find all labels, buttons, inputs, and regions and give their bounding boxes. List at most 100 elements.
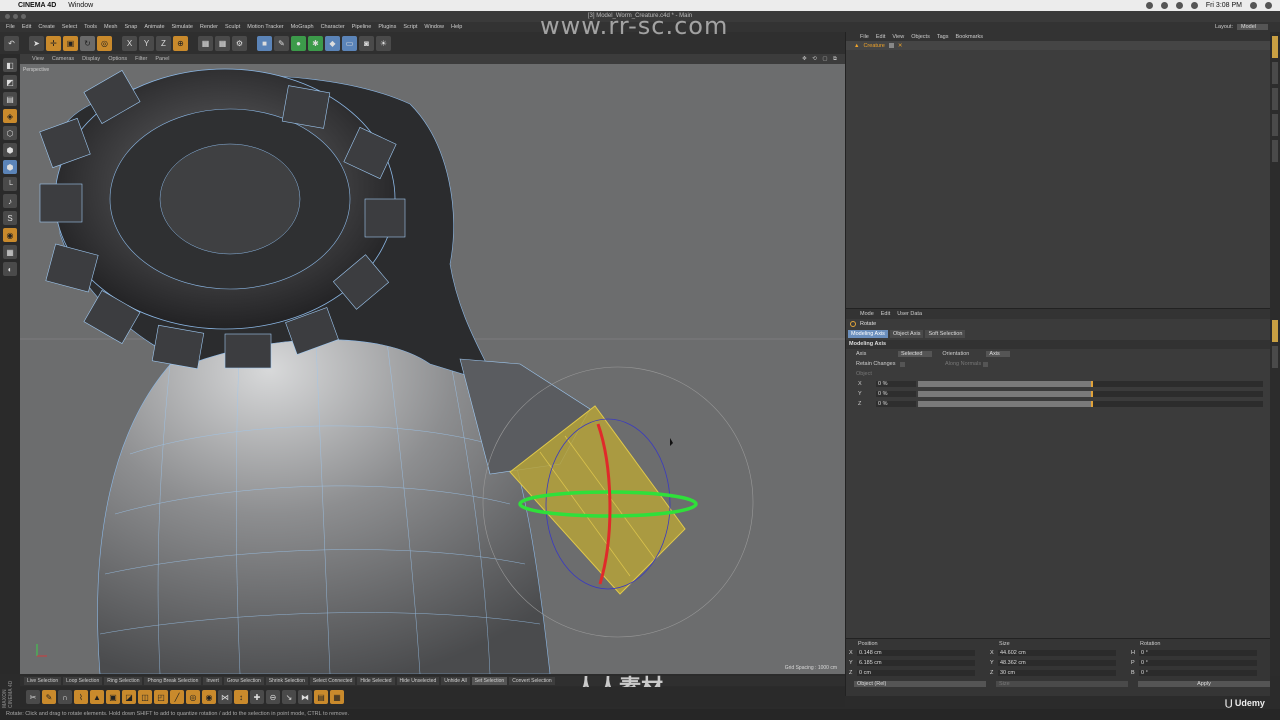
lock-workplane-icon[interactable]: ◉ (3, 228, 17, 242)
edges-mode-icon[interactable]: ⬢ (3, 143, 17, 157)
axis-mode-icon[interactable]: └ (3, 177, 17, 191)
select-connected-button[interactable]: Select Connected (309, 677, 356, 685)
cursor-icon[interactable]: ➤ (29, 35, 44, 51)
menu-mograph[interactable]: MoGraph (291, 24, 314, 30)
snap-icon[interactable]: S (3, 211, 17, 225)
viewport-perspective[interactable]: View Cameras Display Options Filter Pane… (20, 54, 845, 674)
cube-icon[interactable]: ■ (257, 35, 272, 51)
menu-plugins[interactable]: Plugins (378, 24, 396, 30)
menu-render[interactable]: Render (200, 24, 218, 30)
tab-soft-selection[interactable]: Soft Selection (925, 329, 966, 338)
hide-selected-button[interactable]: Hide Selected (357, 677, 395, 685)
menu-pipeline[interactable]: Pipeline (352, 24, 372, 30)
bridge-icon[interactable]: ⌇ (74, 690, 88, 704)
array-icon[interactable]: ✱ (308, 35, 323, 51)
visibility-icon[interactable] (888, 43, 894, 48)
wifi-icon[interactable] (1175, 2, 1183, 9)
ring-selection-button[interactable]: Ring Selection (104, 677, 143, 685)
grow-selection-button[interactable]: Grow Selection (223, 677, 264, 685)
planar-workplane-icon[interactable]: ▦ (3, 245, 17, 259)
close-button[interactable] (5, 14, 10, 19)
size-z-field[interactable]: 30 cm (998, 670, 1116, 676)
rotation-h-field[interactable]: 0 ° (1139, 650, 1257, 656)
axis-x-input[interactable]: 0 % (876, 381, 916, 387)
viewport-menu-display[interactable]: Display (82, 56, 100, 62)
render-picture-viewer-icon[interactable]: ▦ (215, 35, 230, 51)
viewport-menu-filter[interactable]: Filter (135, 56, 147, 62)
om-menu-file[interactable]: File (860, 34, 869, 40)
axis-y-slider[interactable] (918, 391, 1263, 397)
stitch-icon[interactable]: ⋈ (218, 690, 232, 704)
viewport-nav-icons[interactable]: ✥ ⟲ ▢ ⧉ (802, 56, 845, 63)
mirror-icon[interactable]: ⧓ (298, 690, 312, 704)
axis-y-lock[interactable]: Y (139, 35, 154, 51)
set-selection-button[interactable]: Set Selection (471, 677, 508, 685)
tweak-icon[interactable]: ♪ (3, 194, 17, 208)
menu-snap[interactable]: Snap (124, 24, 137, 30)
convert-selection-button[interactable]: Convert Selection (509, 677, 555, 685)
search-icon[interactable] (1250, 2, 1257, 9)
object-name[interactable]: Creature (863, 43, 884, 49)
am-menu-user-data[interactable]: User Data (897, 311, 922, 317)
menu-script[interactable]: Script (403, 24, 417, 30)
tab-object-axis[interactable]: Object Axis (889, 329, 924, 338)
status-icon[interactable] (1160, 2, 1168, 9)
tab-structure[interactable] (1272, 114, 1278, 136)
unhide-all-button[interactable]: Unhide All (441, 677, 470, 685)
axis-x-lock[interactable]: X (122, 35, 137, 51)
deformer-icon[interactable]: ◆ (325, 35, 340, 51)
matrix-extrude-icon[interactable]: ◫ (138, 690, 152, 704)
coordinate-mode-dropdown[interactable]: Object (Rel) (854, 681, 986, 687)
rotate-icon[interactable]: ↻ (80, 35, 95, 51)
position-y-field[interactable]: 6.185 cm (857, 660, 975, 666)
axis-z-lock[interactable]: Z (156, 35, 171, 51)
axis-z-input[interactable]: 0 % (876, 401, 916, 407)
phong-tag-icon[interactable]: ✕ (898, 43, 903, 49)
phong-break-selection-button[interactable]: Phong Break Selection (144, 677, 202, 685)
volume-icon[interactable] (1190, 2, 1198, 9)
viewport-menu-view[interactable]: View (32, 56, 44, 62)
minimize-button[interactable] (13, 14, 18, 19)
model-mode-icon[interactable]: ◩ (3, 75, 17, 89)
status-icon[interactable] (1145, 2, 1153, 9)
extrude-inner-icon[interactable]: ▣ (106, 690, 120, 704)
knife-icon[interactable]: ✂ (26, 690, 40, 704)
menu-window[interactable]: Window (424, 24, 444, 30)
viewport-menu-options[interactable]: Options (108, 56, 127, 62)
user-icon[interactable] (1265, 2, 1272, 9)
app-name[interactable]: CINEMA 4D (18, 2, 56, 9)
camera-icon[interactable]: ◙ (359, 35, 374, 51)
menu-animate[interactable]: Animate (144, 24, 164, 30)
smooth-shift-icon[interactable]: ◰ (154, 690, 168, 704)
render-settings-icon[interactable]: ⚙ (232, 35, 247, 51)
om-menu-edit[interactable]: Edit (876, 34, 885, 40)
am-menu-mode[interactable]: Mode (860, 311, 874, 317)
size-y-field[interactable]: 48.362 cm (998, 660, 1116, 666)
zoom-button[interactable] (21, 14, 26, 19)
invert-button[interactable]: Invert (203, 677, 222, 685)
shrink-selection-button[interactable]: Shrink Selection (265, 677, 308, 685)
recent-tool-icon[interactable]: ◎ (97, 35, 112, 51)
axis-z-slider[interactable] (918, 401, 1263, 407)
menu-create[interactable]: Create (38, 24, 55, 30)
am-menu-edit[interactable]: Edit (881, 311, 890, 317)
menu-help[interactable]: Help (451, 24, 462, 30)
om-menu-bookmarks[interactable]: Bookmarks (955, 34, 983, 40)
menu-simulate[interactable]: Simulate (172, 24, 193, 30)
undo-icon[interactable]: ↶ (4, 35, 19, 51)
points-mode-icon[interactable]: ⬡ (3, 126, 17, 140)
live-selection-button[interactable]: Live Selection (24, 677, 62, 685)
om-menu-objects[interactable]: Objects (911, 34, 930, 40)
make-editable-icon[interactable]: ◧ (3, 58, 17, 72)
move-icon[interactable]: ✛ (46, 35, 61, 51)
size-x-field[interactable]: 44.602 cm (998, 650, 1116, 656)
rotation-b-field[interactable]: 0 ° (1139, 670, 1257, 676)
melt-icon[interactable]: ↘ (282, 690, 296, 704)
om-menu-tags[interactable]: Tags (937, 34, 949, 40)
tab-takes[interactable] (1272, 62, 1278, 84)
retain-changes-checkbox[interactable] (900, 361, 905, 367)
menu-file[interactable]: File (6, 24, 15, 30)
menu-edit[interactable]: Edit (22, 24, 31, 30)
loop-cut-icon[interactable]: ◎ (186, 690, 200, 704)
polygons-mode-icon[interactable]: ⬢ (3, 160, 17, 174)
